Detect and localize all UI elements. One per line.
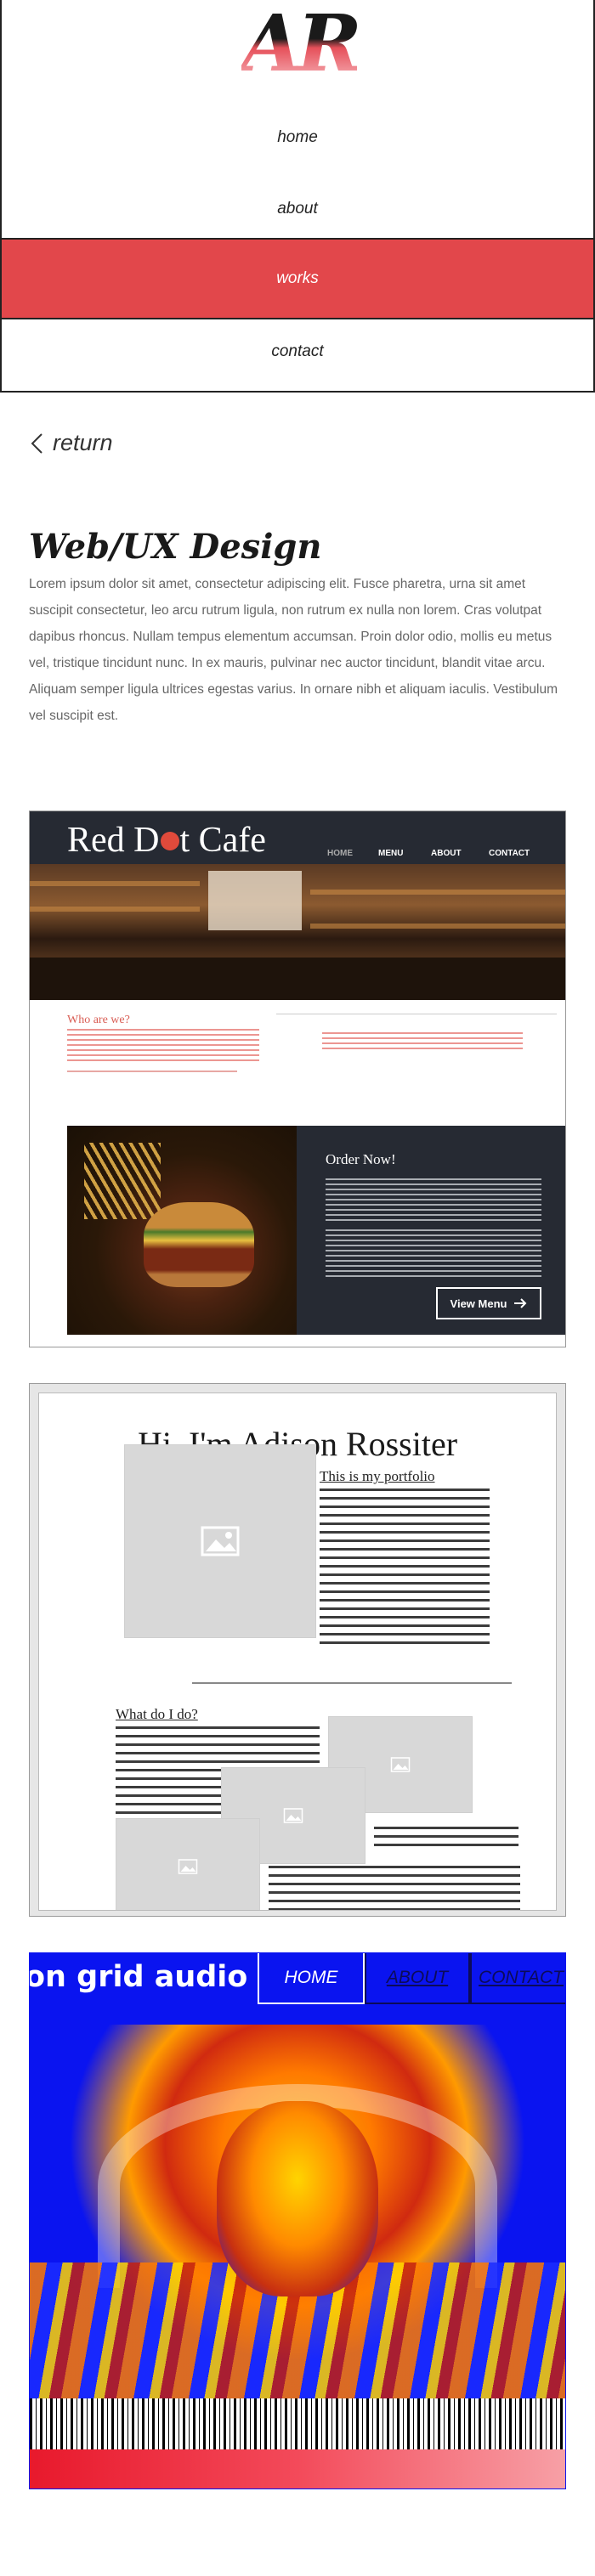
- site-header: AR home about works contact: [0, 0, 595, 393]
- og-tab-contact: CONTACT: [470, 1953, 565, 2004]
- return-label: return: [53, 430, 113, 455]
- portfolio-subtitle: This is my portfolio: [320, 1468, 435, 1484]
- portfolio-preview: Hi, I'm Adison Rossiter This is my portf…: [38, 1393, 557, 1911]
- og-bottom-band: [30, 2449, 565, 2488]
- nav-item-about[interactable]: about: [2, 173, 593, 245]
- rd-order-section: Order Now! View Menu: [67, 1126, 565, 1335]
- arrow-right-icon: [514, 1298, 527, 1308]
- rd-order-text: [326, 1178, 541, 1223]
- rd-nav-about: ABOUT: [431, 849, 462, 858]
- image-icon: [201, 1526, 240, 1556]
- album-art-image: [30, 2008, 565, 2398]
- site-logo[interactable]: AR: [2, 4, 595, 82]
- red-dot-icon: [160, 832, 179, 851]
- project-card-on-grid-audio[interactable]: on grid audio HOME ABOUT CONTACT: [29, 1952, 566, 2489]
- portfolio-divider: [192, 1682, 512, 1684]
- nav-item-home[interactable]: home: [2, 102, 593, 173]
- return-link[interactable]: return: [29, 430, 113, 456]
- portfolio-section-heading: What do I do?: [116, 1706, 198, 1722]
- rd-divider: [67, 1071, 237, 1072]
- chevron-left-icon: [31, 432, 42, 454]
- burger-image: [67, 1126, 297, 1335]
- rd-header: Red Dt Cafe HOME MENU ABOUT CONTACT: [30, 811, 565, 864]
- project-card-red-dot-cafe[interactable]: Red Dt Cafe HOME MENU ABOUT CONTACT Who …: [29, 811, 566, 1347]
- page-intro: Lorem ipsum dolor sit amet, consectetur …: [29, 577, 558, 723]
- rd-logo: Red Dt Cafe: [67, 821, 266, 860]
- project-card-portfolio[interactable]: Hi, I'm Adison Rossiter This is my portf…: [29, 1383, 566, 1917]
- page-title: Web/UX Design: [29, 527, 322, 567]
- logo-text: AR: [241, 0, 362, 89]
- rd-who-heading: Who are we?: [67, 1014, 130, 1026]
- image-placeholder-1: [124, 1444, 316, 1638]
- portfolio-side-text: [374, 1827, 518, 1850]
- og-tab-about: ABOUT: [365, 1953, 470, 2004]
- rd-right-text: [322, 1032, 523, 1051]
- nav-item-contact[interactable]: contact: [2, 316, 593, 387]
- image-placeholder-4: [116, 1818, 260, 1910]
- og-header: on grid audio HOME ABOUT CONTACT: [30, 1953, 565, 2025]
- portfolio-intro-text: [320, 1489, 490, 1650]
- rd-nav-menu: MENU: [378, 849, 404, 858]
- cafe-interior-image: [30, 864, 565, 1000]
- rd-who-text: [67, 1029, 259, 1065]
- rd-nav-home: HOME: [327, 849, 353, 858]
- og-tab-home: HOME: [258, 1953, 365, 2004]
- barcode-strip: [30, 2398, 565, 2449]
- og-logo: on grid audio: [29, 1960, 248, 1994]
- rd-nav-contact: CONTACT: [489, 849, 530, 858]
- rd-view-menu-button: View Menu: [436, 1287, 541, 1319]
- nav-item-works[interactable]: works: [2, 238, 593, 319]
- rd-order-heading: Order Now!: [326, 1151, 396, 1167]
- portfolio-bottom-text: [269, 1866, 520, 1910]
- rd-order-text-2: [326, 1229, 541, 1280]
